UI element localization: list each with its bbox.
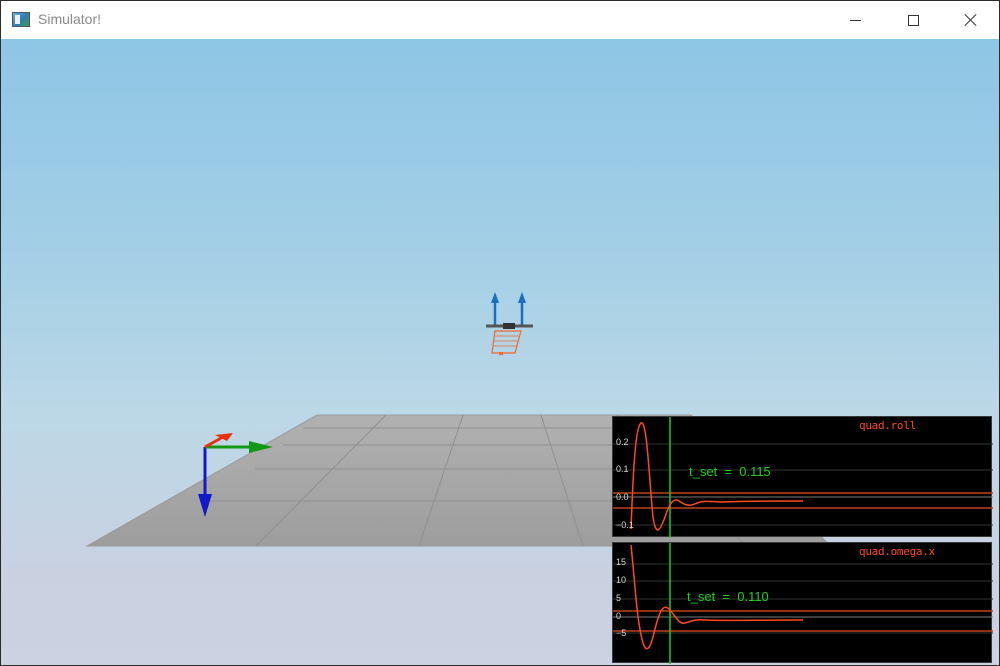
title-bar[interactable]: Simulator! bbox=[1, 1, 999, 39]
plot-panel-omega-x[interactable]: quad.omega.x t_set = 0.110 15 10 5 0 −5 bbox=[612, 542, 993, 664]
quadrotor bbox=[486, 292, 533, 355]
plot-roll-canvas bbox=[613, 417, 993, 538]
window-title: Simulator! bbox=[38, 11, 102, 27]
y-tick-label: 0 bbox=[616, 611, 622, 621]
plot-title: quad.roll bbox=[859, 419, 916, 432]
plot-omega-canvas bbox=[613, 543, 993, 664]
app-window-icon bbox=[12, 12, 30, 27]
close-button[interactable] bbox=[942, 1, 999, 39]
y-tick-label: 15 bbox=[616, 557, 627, 567]
minimize-button[interactable] bbox=[826, 1, 884, 39]
t-set-annotation: t_set = 0.110 bbox=[687, 589, 769, 604]
simulator-window: Simulator! quad.roll t_set = 0.115 0.2 0… bbox=[0, 0, 1000, 666]
y-tick-label: 0.1 bbox=[616, 464, 629, 474]
y-tick-label: 0.0 bbox=[616, 492, 629, 502]
maximize-button[interactable] bbox=[884, 1, 942, 39]
maximize-icon bbox=[907, 14, 919, 26]
y-tick-label: −5 bbox=[616, 628, 627, 638]
minimize-icon bbox=[849, 19, 861, 21]
y-tick-label: 10 bbox=[616, 575, 627, 585]
t-set-annotation: t_set = 0.115 bbox=[689, 464, 771, 479]
y-tick-label: −0.1 bbox=[616, 520, 634, 530]
plot-panel-roll[interactable]: quad.roll t_set = 0.115 0.2 0.1 0.0 −0.1 bbox=[612, 416, 993, 538]
close-icon bbox=[964, 13, 978, 27]
y-tick-label: 0.2 bbox=[616, 437, 629, 447]
y-tick-label: 5 bbox=[616, 593, 622, 603]
plot-title: quad.omega.x bbox=[859, 545, 935, 558]
